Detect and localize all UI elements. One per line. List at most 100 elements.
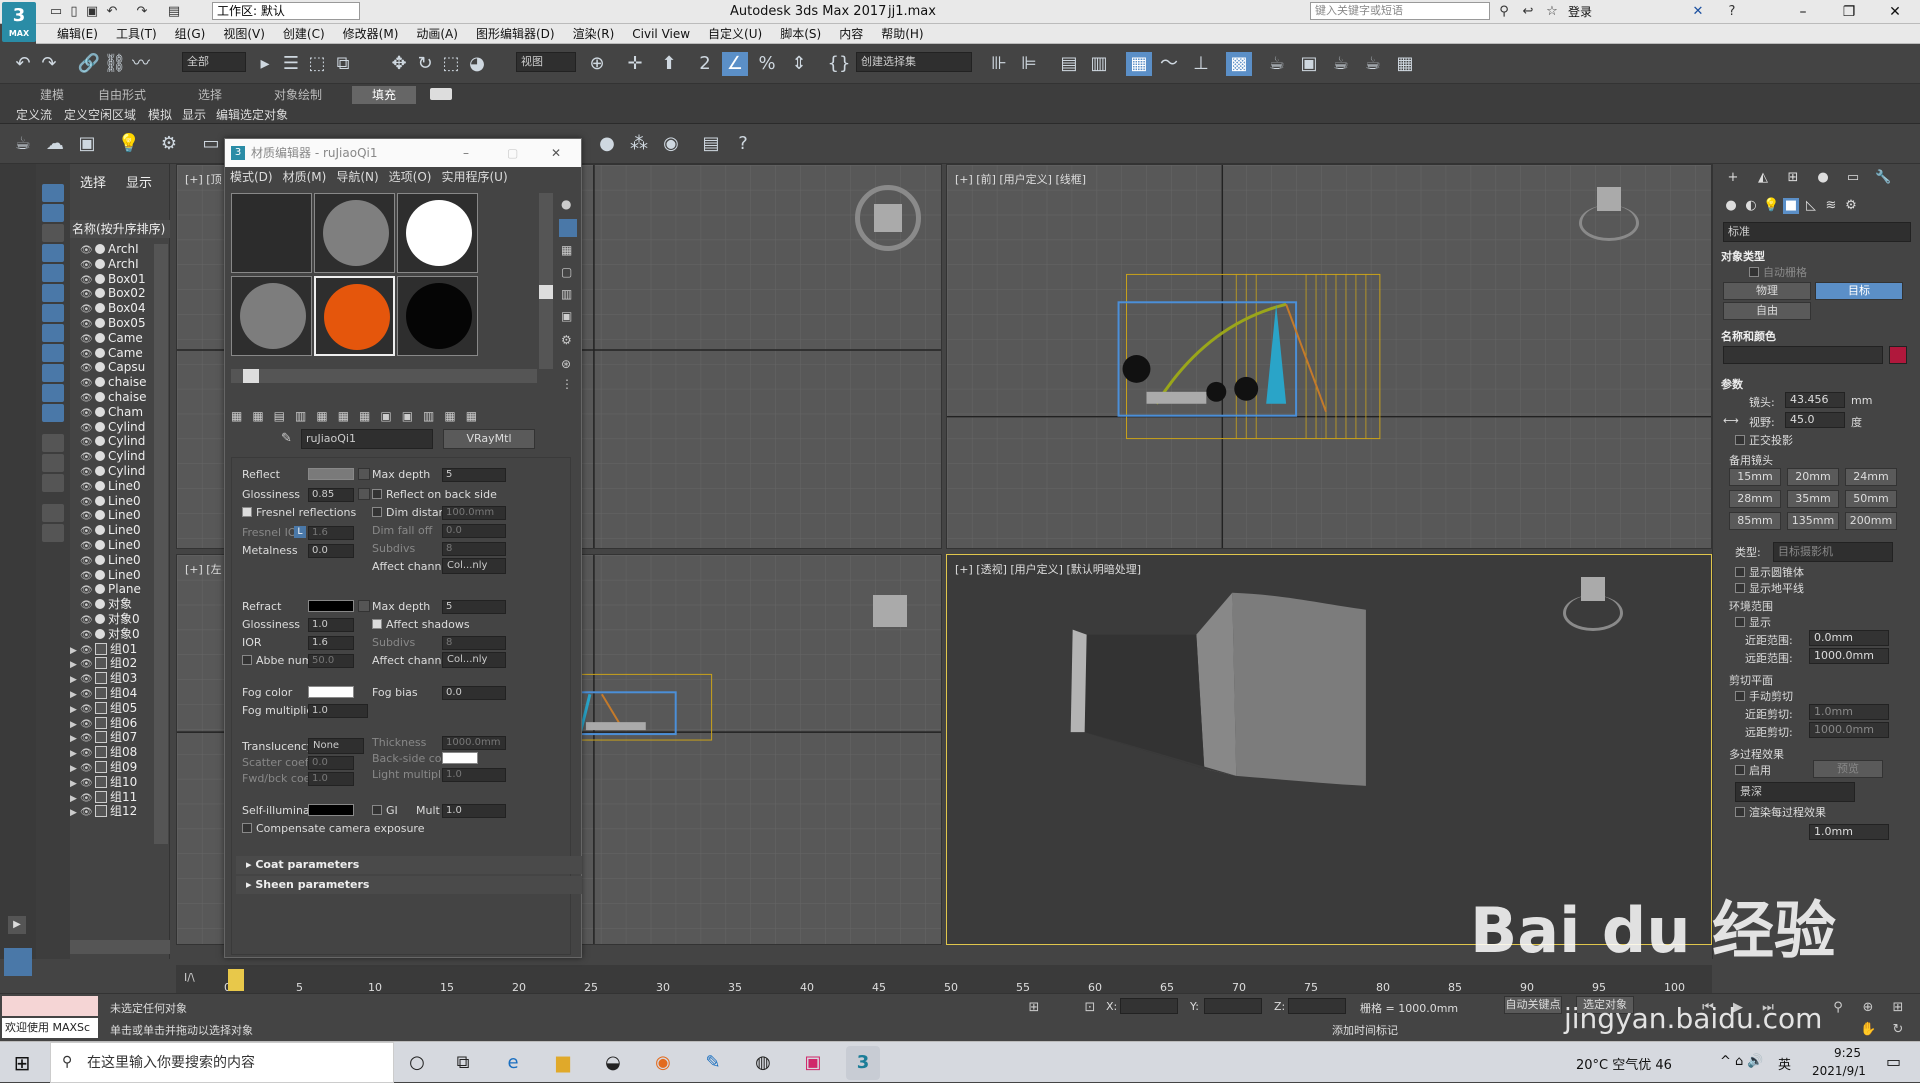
scene-explorer-icon[interactable]: ▦ <box>1126 52 1152 76</box>
material-editor-titlebar[interactable]: 3 材质编辑器 - ruJiaoQi1 – ▢ ✕ <box>225 139 581 167</box>
window-crossing-icon[interactable]: ⧉ <box>330 52 356 76</box>
display-geometry-icon[interactable] <box>42 184 64 202</box>
render-effect-checkbox[interactable]: 渲染每过程效果 <box>1735 804 1826 820</box>
zoom-icon[interactable]: ⚲ <box>1830 1000 1846 1016</box>
menu-graph-editors[interactable]: 图形编辑器(D) <box>467 24 564 44</box>
align-icon[interactable]: ⊫ <box>1016 52 1042 76</box>
scatter-coeff-spinner[interactable]: 0.0 <box>308 756 354 770</box>
simulate[interactable]: 模拟 <box>148 106 172 123</box>
geometry-icon[interactable]: ● <box>1723 198 1739 214</box>
stock-lens-button[interactable]: 85mm <box>1729 512 1781 530</box>
define-idle-areas[interactable]: 定义空闲区域 <box>64 106 136 123</box>
viewport-top-label[interactable]: [+] [顶 <box>185 171 222 187</box>
material-slot[interactable] <box>397 193 478 273</box>
abbe-spinner[interactable]: 50.0 <box>308 654 354 668</box>
menu-group[interactable]: 组(G) <box>166 24 215 44</box>
show-cone-checkbox[interactable]: 显示圆锥体 <box>1735 564 1804 580</box>
display-frozen-icon[interactable] <box>42 384 64 402</box>
lens-spinner[interactable]: 43.456 <box>1785 392 1845 408</box>
mirror-icon[interactable]: ⊪ <box>986 52 1012 76</box>
refr-affect-dropdown[interactable]: Col...nly <box>442 652 506 668</box>
object-color-swatch[interactable] <box>1889 346 1907 364</box>
refl-gloss-map-button[interactable] <box>358 488 370 500</box>
menu-options[interactable]: 选项(O) <box>384 167 437 187</box>
note-icon[interactable]: ▭ <box>198 132 224 156</box>
close-button[interactable]: ✕ <box>1872 0 1918 24</box>
redo-icon[interactable]: ↷ <box>36 52 62 76</box>
uv-tiling-icon[interactable]: ▢ <box>561 265 572 279</box>
metalness-spinner[interactable]: 0.0 <box>308 544 354 558</box>
fog-color-swatch[interactable] <box>308 686 354 698</box>
help-circle-icon[interactable]: ? <box>730 132 756 156</box>
save-icon[interactable]: ▣ <box>84 4 100 20</box>
display-helpers-icon[interactable] <box>42 264 64 282</box>
stock-lens-button[interactable]: 200mm <box>1845 512 1897 530</box>
material-slot[interactable] <box>231 276 312 356</box>
refr-max-depth-spinner[interactable]: 5 <box>442 600 506 614</box>
slot-hscrollbar[interactable] <box>231 369 537 383</box>
affect-shadows-checkbox[interactable]: Affect shadows <box>372 618 470 631</box>
menu-utilities[interactable]: 实用程序(U) <box>436 167 512 187</box>
cloud-icon[interactable]: ☁ <box>42 132 68 156</box>
task-view-icon[interactable]: ⧉ <box>446 1046 480 1080</box>
teapot-icon[interactable]: ☕ <box>10 132 36 156</box>
time-slider[interactable] <box>228 969 244 991</box>
y-coord-input[interactable] <box>1204 998 1262 1014</box>
refl-subdivs-spinner[interactable]: 8 <box>442 542 506 556</box>
maxscript-input[interactable]: 欢迎使用 MAXSc <box>2 1018 98 1038</box>
near-clip-spinner[interactable]: 1.0mm <box>1809 704 1889 720</box>
auto-key-button[interactable]: 自动关键点 <box>1504 996 1562 1014</box>
menu-tools[interactable]: 工具(T) <box>107 24 166 44</box>
show-horizon-checkbox[interactable]: 显示地平线 <box>1735 580 1804 596</box>
back-icon[interactable]: ↩ <box>1520 4 1536 20</box>
app-icon-3[interactable]: ▣ <box>796 1046 830 1080</box>
fog-mult-spinner[interactable]: 1.0 <box>308 704 368 718</box>
visibility-eye-icon[interactable]: 👁 <box>80 804 93 820</box>
material-name-field[interactable]: ruJiaoQi1 <box>301 429 433 449</box>
far-range-spinner[interactable]: 1000.0mm <box>1809 648 1889 664</box>
render-a360-icon[interactable]: ▦ <box>1392 52 1418 76</box>
menu-content[interactable]: 内容 <box>830 24 872 44</box>
menu-animation[interactable]: 动画(A) <box>407 24 467 44</box>
menu-views[interactable]: 视图(V) <box>214 24 274 44</box>
show-range-checkbox[interactable]: 显示 <box>1735 614 1771 630</box>
schematic-view-icon[interactable]: ⊥ <box>1188 52 1214 76</box>
binoculars-icon[interactable]: ⚲ <box>1496 4 1512 20</box>
viewport-front[interactable]: [+] [前] [用户定义] [线框] <box>946 164 1712 549</box>
hierarchy-tab-icon[interactable]: ⊞ <box>1785 170 1801 186</box>
dim-distance-spinner[interactable]: 100.0mm <box>442 506 506 520</box>
cortana-icon[interactable]: ○ <box>400 1046 434 1080</box>
redo-small-icon[interactable]: ↷ <box>134 4 150 20</box>
menu-civil-view[interactable]: Civil View <box>623 24 699 44</box>
dots-icon[interactable]: ⁂ <box>626 132 652 156</box>
taskbar-search-input[interactable]: 在这里输入你要搜索的内容 <box>50 1042 394 1083</box>
user-icon[interactable] <box>1552 4 1568 20</box>
lock-selection-icon[interactable]: ⊞ <box>1026 1000 1042 1016</box>
object-type-rollout[interactable]: 对象类型 <box>1721 248 1765 264</box>
menu-edit[interactable]: 编辑(E) <box>48 24 107 44</box>
abs-mode-icon[interactable]: ⊡ <box>1082 1000 1098 1016</box>
utilities-tab-icon[interactable]: 🔧 <box>1875 170 1891 186</box>
display-tab-icon[interactable]: ▭ <box>1845 170 1861 186</box>
target-camera-button[interactable]: 目标 <box>1815 282 1903 300</box>
stock-lens-button[interactable]: 15mm <box>1729 468 1781 486</box>
viewcube-left-icon[interactable] <box>873 595 907 627</box>
ortho-checkbox[interactable]: 正交投影 <box>1735 432 1793 448</box>
minimize-button[interactable]: – <box>1780 0 1826 24</box>
windows-start-icon[interactable]: ⊞ <box>10 1052 34 1074</box>
spinner-snap-icon[interactable]: ⇕ <box>786 52 812 76</box>
enable-multipass-checkbox[interactable]: 启用 <box>1735 762 1771 778</box>
z-coord-input[interactable] <box>1288 998 1346 1014</box>
display-cameras-icon[interactable] <box>42 244 64 262</box>
physical-camera-button[interactable]: 物理 <box>1723 282 1811 300</box>
define-flows[interactable]: 定义流 <box>16 106 52 123</box>
material-slot[interactable] <box>397 276 478 356</box>
slot-scrollbar[interactable] <box>539 193 553 369</box>
camera-render-icon[interactable]: ◉ <box>658 132 684 156</box>
placement-icon[interactable]: ◕ <box>464 52 490 76</box>
fresnel-lock-button[interactable]: L <box>294 526 306 538</box>
display-shapes-icon[interactable] <box>42 204 64 222</box>
new-file-icon[interactable]: ▭ <box>48 4 64 20</box>
light-icon[interactable]: 💡 <box>116 132 142 156</box>
tab-selection[interactable]: 选择 <box>188 86 232 104</box>
